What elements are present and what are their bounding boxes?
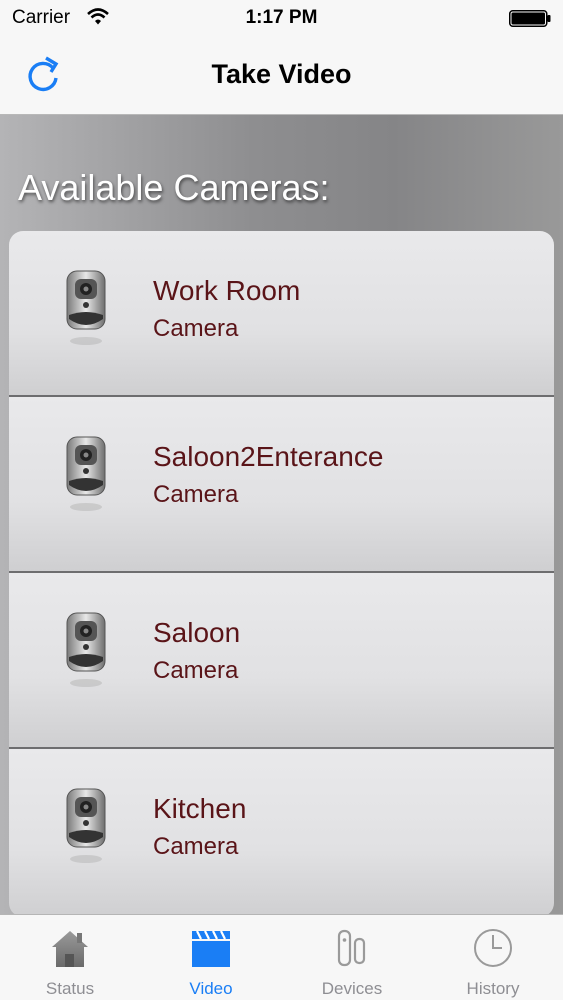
- tab-video[interactable]: Video: [141, 915, 281, 1000]
- clapperboard-icon: [192, 930, 230, 967]
- camera-icon: [66, 788, 106, 863]
- camera-row-kitchen[interactable]: Kitchen Camera: [9, 749, 554, 917]
- section-heading: Available Cameras:: [18, 167, 330, 208]
- camera-type: Camera: [153, 833, 239, 860]
- door-sensor-icon: [337, 929, 366, 967]
- tab-label: Video: [189, 979, 233, 998]
- tab-label: Devices: [321, 979, 383, 998]
- clock-time: 1:17 PM: [245, 7, 318, 28]
- house-icon: [52, 931, 88, 967]
- camera-type: Camera: [153, 657, 239, 684]
- tab-history[interactable]: History: [423, 915, 563, 1000]
- navigation-bar: Take Video: [0, 36, 563, 115]
- camera-icon: [66, 612, 106, 687]
- tab-label: History: [466, 979, 520, 998]
- camera-row-work-room[interactable]: Work Room Camera: [9, 231, 554, 397]
- camera-icon: [66, 436, 106, 511]
- status-bar: Carrier 1:17 PM: [0, 0, 563, 36]
- camera-type: Camera: [153, 315, 239, 342]
- camera-name: Saloon: [153, 617, 241, 648]
- camera-icon: [66, 270, 106, 345]
- page-title: Take Video: [211, 59, 352, 89]
- battery-icon: [509, 10, 551, 27]
- tab-devices[interactable]: Devices: [282, 915, 422, 1000]
- camera-name: Kitchen: [153, 793, 247, 824]
- camera-row-saloon2enterance[interactable]: Saloon2Enterance Camera: [9, 397, 554, 573]
- camera-list-area: Available Cameras: Work Room Camera Salo…: [0, 115, 563, 917]
- camera-type: Camera: [153, 481, 239, 508]
- camera-name: Saloon2Enterance: [153, 441, 384, 472]
- camera-name: Work Room: [153, 275, 301, 306]
- tab-label: Status: [45, 979, 95, 998]
- tab-bar: Status Video Devices History: [0, 914, 563, 1000]
- camera-row-saloon[interactable]: Saloon Camera: [9, 573, 554, 749]
- clock-icon: [474, 929, 512, 967]
- camera-list: Work Room Camera Saloon2Enterance Camera: [9, 231, 554, 917]
- tab-status[interactable]: Status: [0, 915, 140, 1000]
